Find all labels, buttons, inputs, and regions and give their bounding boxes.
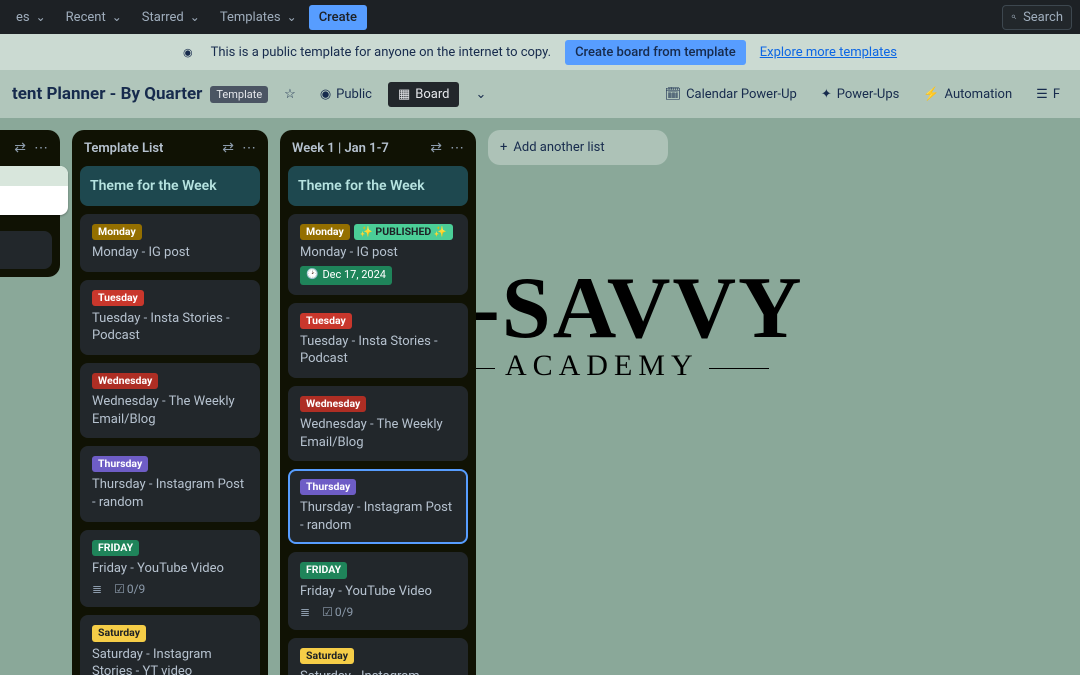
- card-label[interactable]: Thursday: [300, 479, 356, 495]
- card-label[interactable]: Wednesday: [300, 396, 366, 412]
- board-view-button[interactable]: ▦Board: [388, 82, 460, 107]
- card[interactable]: Saturday Saturday - Instagram Stories - Y…: [288, 638, 468, 675]
- nav-starred[interactable]: Starred: [134, 6, 208, 29]
- card-label[interactable]: Thursday: [92, 456, 148, 472]
- board-header: tent Planner - By Quarter Template ☆ ◉Pu…: [0, 70, 1080, 118]
- star-button[interactable]: ☆: [276, 83, 304, 106]
- card-title: Friday - YouTube Video: [300, 583, 456, 601]
- card-label[interactable]: FRIDAY: [300, 562, 347, 578]
- card[interactable]: Thursday Thursday - Instagram Post - rand…: [288, 469, 468, 544]
- list-header: Week 1 | Jan 1-7 ⇄ ⋯: [288, 138, 468, 158]
- create-button[interactable]: Create: [309, 5, 367, 30]
- card-title: Tuesday - Insta Stories - Podcast: [300, 333, 456, 368]
- card-title: Thursday - Instagram Post - random: [300, 499, 456, 534]
- visibility-button[interactable]: ◉Public: [312, 83, 380, 106]
- card-label[interactable]: Wednesday: [92, 373, 158, 389]
- card[interactable]: Monday✨ PUBLISHED ✨ Monday - IG post Dec 1…: [288, 214, 468, 295]
- list: Template List⇄⋯Theme for the WeekMondayM…: [72, 130, 268, 675]
- checklist-badge: 0/9: [322, 604, 353, 620]
- card[interactable]: FRIDAY Friday - YouTube Video 0/9: [288, 552, 468, 630]
- board-title[interactable]: tent Planner - By Quarter: [12, 84, 202, 104]
- theme-card[interactable]: Theme for the Week: [288, 166, 468, 206]
- automation-button[interactable]: ⚡Automation: [915, 83, 1020, 106]
- list-menu-icon[interactable]: ⋯: [34, 140, 48, 156]
- list-header: Template List ⇄ ⋯: [80, 138, 260, 158]
- card-title: Tuesday - Insta Stories - Podcast: [92, 310, 248, 345]
- search-placeholder: Search: [1023, 10, 1063, 25]
- card-label[interactable]: Saturday: [92, 625, 146, 641]
- view-switch-button[interactable]: ⌄: [467, 83, 494, 106]
- list-menu-icon[interactable]: ⋯: [450, 140, 464, 156]
- card[interactable]: Saturday Saturday - Instagram Stories - Y…: [80, 615, 260, 675]
- rocket-icon: ✦: [821, 87, 832, 102]
- bolt-icon: ⚡: [923, 87, 939, 102]
- card-title: Saturday - Instagram Stories - YT video: [300, 668, 456, 675]
- card-label[interactable]: Tuesday: [300, 313, 352, 329]
- search-input[interactable]: Search: [1002, 5, 1072, 30]
- list: ⇄⋯on thisdeo: [0, 130, 60, 277]
- explore-templates-link[interactable]: Explore more templates: [760, 45, 897, 60]
- top-nav: es Recent Starred Templates Create Searc…: [0, 0, 1080, 34]
- list-title[interactable]: Week 1 | Jan 1-7: [292, 141, 389, 156]
- list-header: ⇄⋯: [0, 138, 52, 158]
- banner-text: This is a public template for anyone on …: [211, 45, 551, 60]
- card-title: Saturday - Instagram Stories - YT video: [92, 646, 248, 675]
- description-icon: [92, 581, 104, 597]
- card-title: Thursday - Instagram Post - random: [92, 476, 248, 511]
- theme-card[interactable]: Theme for the Week: [80, 166, 260, 206]
- plus-icon: +: [500, 140, 507, 155]
- card[interactable]: Monday Monday - IG post: [80, 214, 260, 272]
- collapse-icon[interactable]: ⇄: [222, 140, 234, 156]
- checklist-badge: 0/9: [114, 581, 145, 597]
- card-title: Monday - IG post: [92, 244, 248, 262]
- nav-workspaces[interactable]: es: [8, 6, 54, 29]
- list-menu-icon[interactable]: ⋯: [242, 140, 256, 156]
- card-label[interactable]: Saturday: [300, 648, 354, 664]
- card[interactable]: Tuesday Tuesday - Insta Stories - Podcast: [288, 303, 468, 378]
- template-banner: This is a public template for anyone on …: [0, 34, 1080, 70]
- filter-icon: ☰: [1036, 87, 1048, 102]
- board-icon: ▦: [398, 87, 410, 102]
- calendar-icon: 🗓: [665, 87, 682, 102]
- card-title: Wednesday - The Weekly Email/Blog: [300, 416, 456, 451]
- card[interactable]: FRIDAY Friday - YouTube Video 0/9: [80, 530, 260, 608]
- add-list-button[interactable]: +Add another list: [488, 130, 668, 165]
- list-title[interactable]: Template List: [84, 141, 163, 156]
- list: Week 1 | Jan 1-7 ⇄ ⋯ Theme for the Week Mond…: [280, 130, 476, 675]
- globe-icon: ◉: [320, 87, 331, 102]
- card[interactable]: deo: [0, 231, 52, 269]
- globe-icon: [183, 45, 197, 60]
- nav-templates[interactable]: Templates: [212, 6, 305, 29]
- card-label[interactable]: Monday: [92, 224, 142, 240]
- card-title: Wednesday - The Weekly Email/Blog: [92, 393, 248, 428]
- search-icon: [1011, 10, 1017, 24]
- card-title: Monday - IG post: [300, 244, 456, 262]
- description-icon: [300, 604, 312, 620]
- card-title: Friday - YouTube Video: [92, 560, 248, 578]
- powerups-button[interactable]: ✦Power-Ups: [813, 83, 908, 106]
- filter-button[interactable]: ☰F: [1028, 83, 1068, 106]
- card[interactable]: Wednesday Wednesday - The Weekly Email/Bl…: [80, 363, 260, 438]
- create-board-from-template-button[interactable]: Create board from template: [565, 40, 746, 65]
- collapse-icon[interactable]: ⇄: [430, 140, 442, 156]
- card[interactable]: on this: [0, 166, 68, 215]
- card[interactable]: Thursday Thursday - Instagram Post - rand…: [80, 446, 260, 521]
- card-label[interactable]: Tuesday: [92, 290, 144, 306]
- calendar-powerup-button[interactable]: 🗓Calendar Power-Up: [657, 83, 805, 106]
- card-label[interactable]: ✨ PUBLISHED ✨: [354, 224, 453, 240]
- card-title: deo: [0, 241, 40, 259]
- collapse-icon[interactable]: ⇄: [14, 140, 26, 156]
- nav-recent[interactable]: Recent: [58, 6, 130, 29]
- board-canvas[interactable]: H-SAVVY ACADEMY ⇄⋯on thisdeoTemplate Lis…: [0, 118, 1080, 675]
- card-label[interactable]: Monday: [300, 224, 350, 240]
- due-date-badge[interactable]: Dec 17, 2024: [300, 266, 392, 285]
- card[interactable]: Tuesday Tuesday - Insta Stories - Podcast: [80, 280, 260, 355]
- card-label[interactable]: FRIDAY: [92, 540, 139, 556]
- template-badge: Template: [210, 86, 268, 103]
- card[interactable]: Wednesday Wednesday - The Weekly Email/Bl…: [288, 386, 468, 461]
